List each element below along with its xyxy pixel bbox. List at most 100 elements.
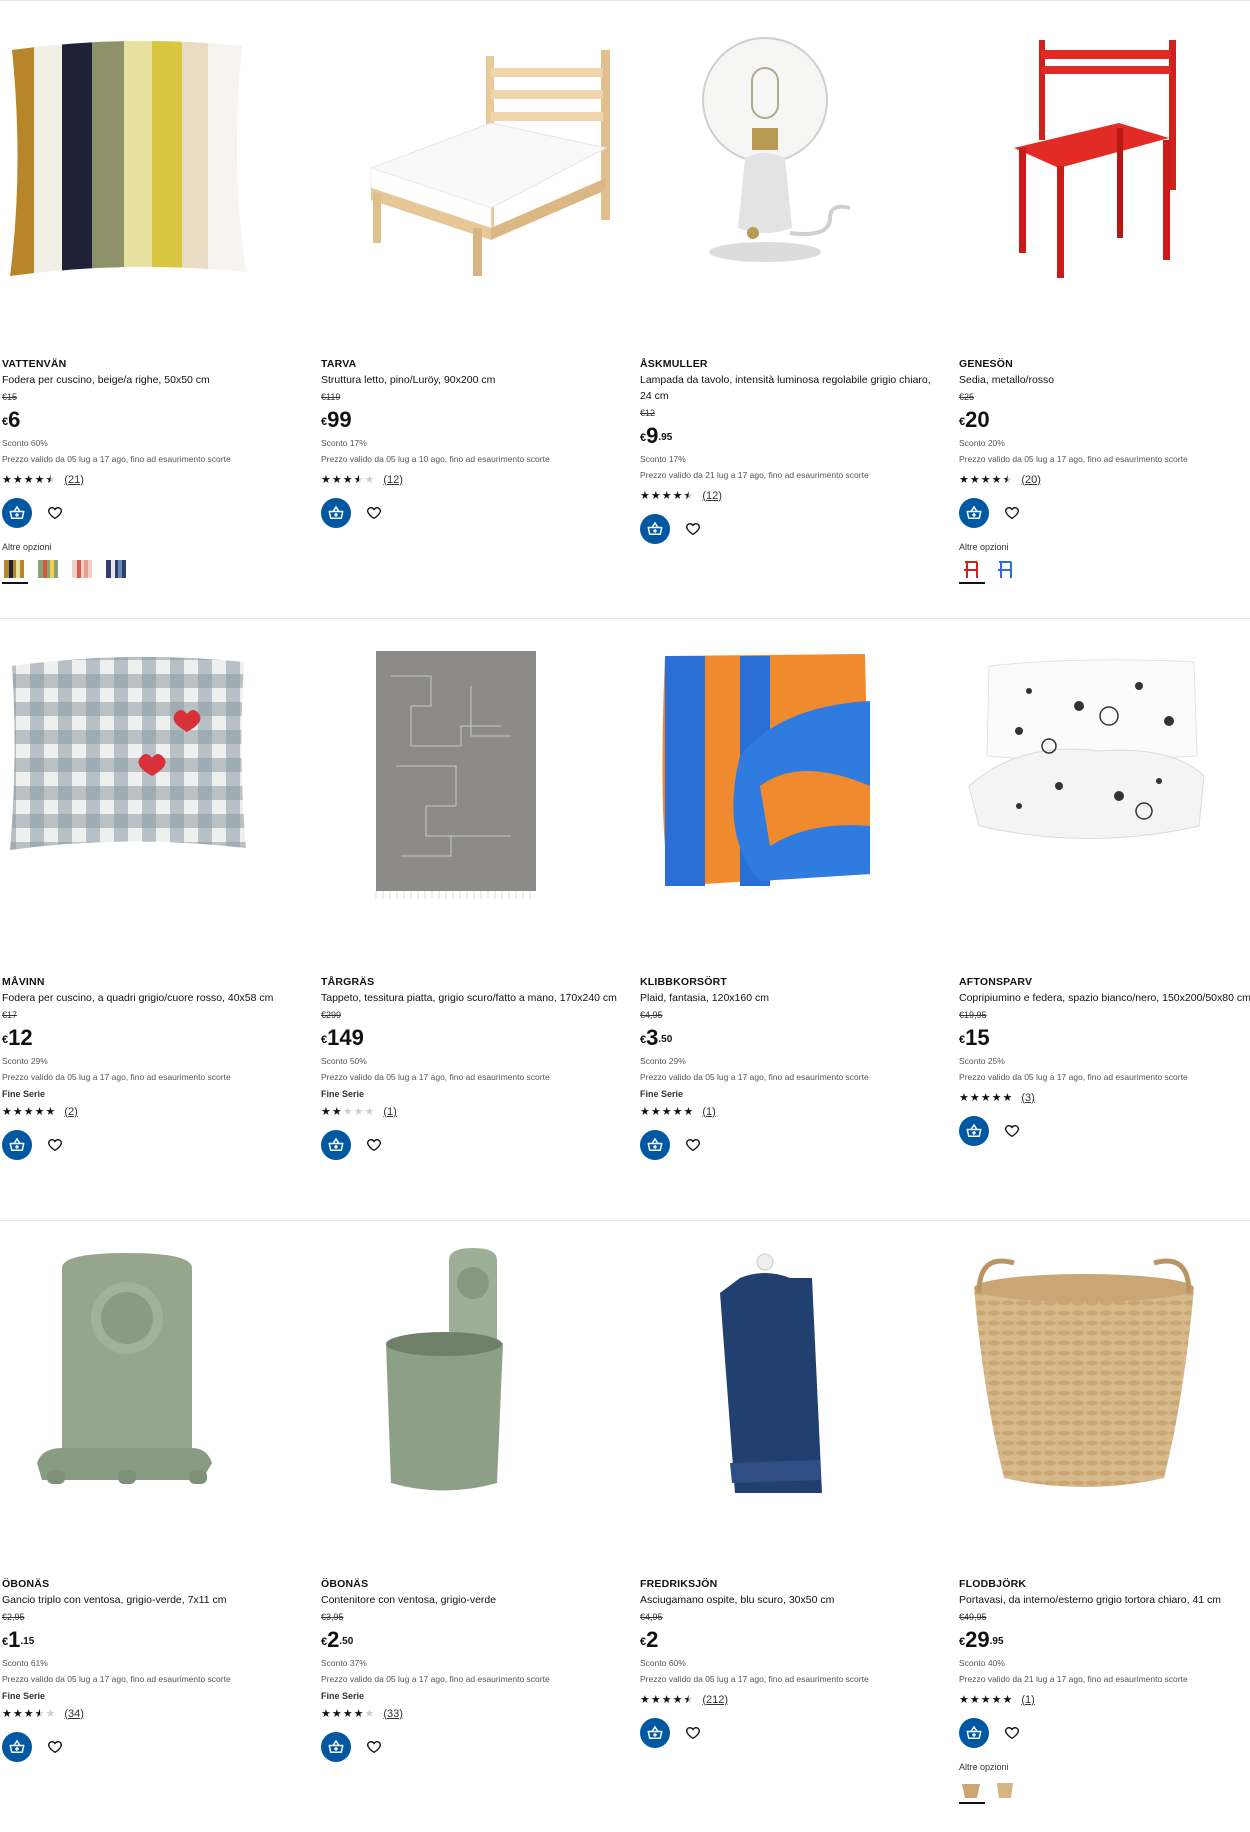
product-name[interactable]: MÅVINN	[2, 976, 319, 988]
product-image-wicker-basket[interactable]	[959, 1248, 1250, 1578]
review-count-link[interactable]: (3)	[1021, 1092, 1034, 1104]
product-name[interactable]: FLODBJÖRK	[959, 1578, 1250, 1590]
product-name[interactable]: ÖBONÄS	[321, 1578, 638, 1590]
product-image-pine-bed[interactable]	[321, 28, 638, 358]
favourite-button[interactable]	[46, 504, 64, 522]
product-card[interactable]: FREDRIKSJÖN Asciugamano ospite, blu scur…	[638, 1248, 957, 1804]
review-count-link[interactable]: (21)	[64, 474, 84, 486]
favourite-button[interactable]	[684, 520, 702, 538]
product-name[interactable]: TARVA	[321, 358, 638, 370]
rating[interactable]: ★★★★★ (20)	[959, 473, 1250, 487]
add-to-cart-button[interactable]	[2, 1130, 32, 1160]
option-swatch[interactable]	[2, 558, 28, 584]
favourite-button[interactable]	[1003, 1122, 1021, 1140]
product-card[interactable]: AFTONSPARV Copripiumino e federa, spazio…	[957, 646, 1250, 1160]
product-image-grey-rug[interactable]	[321, 646, 638, 976]
rating[interactable]: ★★★★★ (212)	[640, 1693, 957, 1707]
product-description[interactable]: Sedia, metallo/rosso	[959, 372, 1250, 388]
product-card[interactable]: ÅSKMULLER Lampada da tavolo, intensità l…	[638, 28, 957, 584]
option-swatch[interactable]	[70, 558, 96, 584]
product-name[interactable]: VATTENVÄN	[2, 358, 319, 370]
favourite-button[interactable]	[1003, 504, 1021, 522]
favourite-button[interactable]	[1003, 1724, 1021, 1742]
product-card[interactable]: TARVA Struttura letto, pino/Luröy, 90x20…	[319, 28, 638, 584]
option-swatch[interactable]	[993, 558, 1019, 584]
product-description[interactable]: Copripiumino e federa, spazio bianco/ner…	[959, 990, 1250, 1006]
product-name[interactable]: FREDRIKSJÖN	[640, 1578, 957, 1590]
option-swatch[interactable]	[959, 1778, 985, 1804]
review-count-link[interactable]: (212)	[702, 1694, 728, 1706]
product-image-space-bedding[interactable]	[959, 646, 1250, 976]
product-card[interactable]: FLODBJÖRK Portavasi, da interno/esterno …	[957, 1248, 1250, 1804]
favourite-button[interactable]	[684, 1724, 702, 1742]
review-count-link[interactable]: (33)	[383, 1708, 403, 1720]
rating[interactable]: ★★★★★ (12)	[640, 489, 957, 503]
product-image-triple-hook[interactable]	[2, 1248, 319, 1578]
favourite-button[interactable]	[365, 504, 383, 522]
product-card[interactable]: VATTENVÄN Fodera per cuscino, beige/a ri…	[0, 28, 319, 584]
product-card[interactable]: GENESÖN Sedia, metallo/rosso €25 €20 Sco…	[957, 28, 1250, 584]
product-description[interactable]: Gancio triplo con ventosa, grigio-verde,…	[2, 1592, 302, 1608]
product-description[interactable]: Contenitore con ventosa, grigio-verde	[321, 1592, 621, 1608]
rating[interactable]: ★★★★★ (21)	[2, 473, 319, 487]
product-name[interactable]: KLIBBKORSÖRT	[640, 976, 957, 988]
favourite-button[interactable]	[46, 1738, 64, 1756]
rating[interactable]: ★★★★★ (1)	[321, 1105, 638, 1119]
review-count-link[interactable]: (20)	[1021, 474, 1041, 486]
favourite-button[interactable]	[46, 1136, 64, 1154]
product-card[interactable]: TÅRGRÄS Tappeto, tessitura piatta, grigi…	[319, 646, 638, 1160]
favourite-button[interactable]	[365, 1136, 383, 1154]
product-description[interactable]: Plaid, fantasia, 120x160 cm	[640, 990, 940, 1006]
product-image-suction-container[interactable]	[321, 1248, 638, 1578]
add-to-cart-button[interactable]	[321, 498, 351, 528]
product-description[interactable]: Tappeto, tessitura piatta, grigio scuro/…	[321, 990, 621, 1006]
add-to-cart-button[interactable]	[321, 1732, 351, 1762]
rating[interactable]: ★★★★★ (3)	[959, 1091, 1250, 1105]
product-description[interactable]: Lampada da tavolo, intensità luminosa re…	[640, 372, 940, 404]
option-swatch[interactable]	[36, 558, 62, 584]
favourite-button[interactable]	[684, 1136, 702, 1154]
review-count-link[interactable]: (1)	[1021, 1694, 1034, 1706]
product-description[interactable]: Asciugamano ospite, blu scuro, 30x50 cm	[640, 1592, 940, 1608]
favourite-button[interactable]	[365, 1738, 383, 1756]
add-to-cart-button[interactable]	[959, 1718, 989, 1748]
product-card[interactable]: ÖBONÄS Gancio triplo con ventosa, grigio…	[0, 1248, 319, 1804]
add-to-cart-button[interactable]	[321, 1130, 351, 1160]
option-swatch[interactable]	[104, 558, 130, 584]
rating[interactable]: ★★★★★ (1)	[640, 1105, 957, 1119]
product-name[interactable]: ÖBONÄS	[2, 1578, 319, 1590]
add-to-cart-button[interactable]	[2, 498, 32, 528]
product-image-table-lamp[interactable]	[640, 28, 957, 358]
product-image-plaid-blanket[interactable]	[640, 646, 957, 976]
product-name[interactable]: GENESÖN	[959, 358, 1250, 370]
product-description[interactable]: Portavasi, da interno/esterno grigio tor…	[959, 1592, 1250, 1608]
review-count-link[interactable]: (2)	[64, 1106, 77, 1118]
review-count-link[interactable]: (12)	[702, 490, 722, 502]
add-to-cart-button[interactable]	[2, 1732, 32, 1762]
review-count-link[interactable]: (1)	[383, 1106, 396, 1118]
review-count-link[interactable]: (34)	[64, 1708, 84, 1720]
product-image-red-chair[interactable]	[959, 28, 1250, 358]
product-image-blue-towel[interactable]	[640, 1248, 957, 1578]
product-description[interactable]: Fodera per cuscino, beige/a righe, 50x50…	[2, 372, 302, 388]
rating[interactable]: ★★★★★ (33)	[321, 1707, 638, 1721]
product-image-striped-cushion[interactable]	[2, 28, 319, 358]
product-name[interactable]: ÅSKMULLER	[640, 358, 957, 370]
product-name[interactable]: AFTONSPARV	[959, 976, 1250, 988]
add-to-cart-button[interactable]	[640, 1718, 670, 1748]
rating[interactable]: ★★★★★ (34)	[2, 1707, 319, 1721]
option-swatch[interactable]	[993, 1778, 1019, 1804]
review-count-link[interactable]: (12)	[383, 474, 403, 486]
product-card[interactable]: MÅVINN Fodera per cuscino, a quadri grig…	[0, 646, 319, 1160]
product-image-checked-cushion[interactable]	[2, 646, 319, 976]
add-to-cart-button[interactable]	[959, 498, 989, 528]
review-count-link[interactable]: (1)	[702, 1106, 715, 1118]
add-to-cart-button[interactable]	[640, 514, 670, 544]
add-to-cart-button[interactable]	[640, 1130, 670, 1160]
product-description[interactable]: Fodera per cuscino, a quadri grigio/cuor…	[2, 990, 302, 1006]
add-to-cart-button[interactable]	[959, 1116, 989, 1146]
option-swatch[interactable]	[959, 558, 985, 584]
product-card[interactable]: KLIBBKORSÖRT Plaid, fantasia, 120x160 cm…	[638, 646, 957, 1160]
rating[interactable]: ★★★★★ (2)	[2, 1105, 319, 1119]
product-card[interactable]: ÖBONÄS Contenitore con ventosa, grigio-v…	[319, 1248, 638, 1804]
